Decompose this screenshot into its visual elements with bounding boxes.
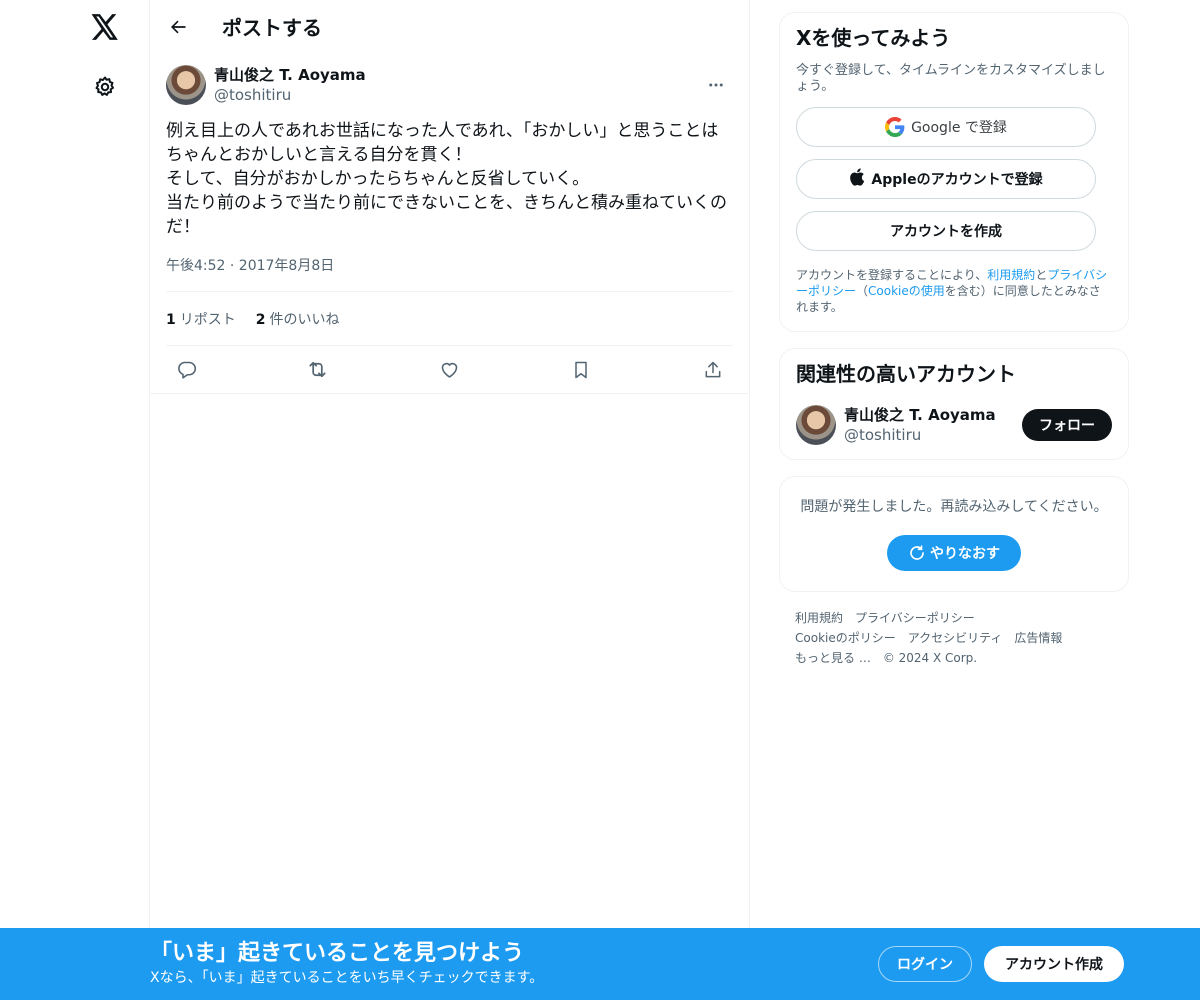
refresh-icon — [910, 545, 924, 560]
banner-title: 「いま」起きていることを見つけよう — [150, 941, 525, 966]
signup-subtitle: 今すぐ登録して、タイムラインをカスタマイズしましょう。 — [796, 63, 1106, 94]
right-sidebar: Xを使ってみよう 今すぐ登録して、タイムラインをカスタマイズしましょう。 Goo… — [779, 12, 1129, 668]
reposts-label: リポスト — [179, 311, 236, 328]
follow-button[interactable]: フォロー — [1022, 409, 1112, 441]
more-options-icon[interactable] — [699, 68, 733, 102]
google-signup-label: Google で登録 — [911, 120, 1007, 136]
author-name[interactable]: 青山俊之 T. Aoyama — [214, 65, 699, 85]
terms-link[interactable]: 利用規約 — [987, 268, 1035, 282]
related-accounts-card: 関連性の高いアカウント 青山俊之 T. Aoyama @toshitiru フォ… — [779, 348, 1129, 460]
footer-link-ads[interactable]: 広告情報 — [1014, 631, 1062, 645]
apple-signup-label: Appleのアカウントで登録 — [871, 172, 1043, 188]
related-title: 関連性の高いアカウント — [796, 362, 1016, 386]
apple-icon — [849, 168, 865, 190]
arrow-left-icon[interactable] — [160, 9, 196, 45]
related-account-row[interactable]: 青山俊之 T. Aoyama @toshitiru フォロー — [796, 405, 1112, 445]
author-names: 青山俊之 T. Aoyama @toshitiru — [214, 65, 699, 105]
terms-and: と — [1035, 268, 1048, 282]
error-message: 問題が発生しました。再読み込みしてください。 — [800, 499, 1108, 515]
bottom-banner: 「いま」起きていることを見つけよう Xなら、「いま」起きていることをいち早くチェ… — [0, 928, 1200, 1000]
like-icon[interactable] — [434, 354, 466, 386]
header: ポストする — [150, 0, 749, 53]
banner-subtitle: Xなら、「いま」起きていることをいち早くチェックできます。 — [150, 970, 544, 986]
retry-button[interactable]: やりなおす — [887, 535, 1021, 571]
author-handle[interactable]: @toshitiru — [214, 85, 699, 105]
reposts-stat[interactable]: 1 リポスト — [166, 309, 236, 329]
avatar[interactable] — [166, 65, 206, 105]
footer-line-3: もっと見る … © 2024 X Corp. — [795, 648, 1113, 668]
left-nav — [60, 0, 150, 1000]
footer-link-terms[interactable]: 利用規約 — [795, 611, 843, 625]
retry-label: やりなおす — [930, 546, 1000, 562]
signup-title: Xを使ってみよう — [796, 26, 951, 50]
footer-link-more[interactable]: もっと見る … — [795, 651, 871, 665]
create-account-button[interactable]: アカウントを作成 — [796, 211, 1096, 251]
footer-link-accessibility[interactable]: アクセシビリティ — [908, 631, 1003, 645]
google-signup-button[interactable]: Google で登録 — [796, 107, 1096, 147]
signup-terms: アカウントを登録することにより、利用規約とプライバシーポリシー（Cookieの使… — [796, 267, 1112, 315]
reposts-count: 1 — [166, 311, 176, 328]
cookie-link[interactable]: Cookieの使用 — [868, 284, 945, 298]
post-text: 例え目上の人であれお世話になった人であれ、「おかしい」と思うことはちゃんとおかし… — [166, 121, 727, 237]
google-icon — [885, 117, 905, 137]
post: 青山俊之 T. Aoyama @toshitiru 例え目上の人であれお世話にな… — [150, 53, 749, 394]
page-title: ポストする — [222, 16, 322, 40]
terms-pre: アカウントを登録することにより、 — [796, 268, 988, 282]
create-account-label: アカウントを作成 — [890, 224, 1002, 240]
repost-icon[interactable] — [302, 354, 334, 386]
footer-copyright: © 2024 X Corp. — [882, 651, 978, 665]
likes-stat[interactable]: 2 件のいいね — [256, 309, 340, 329]
post-actions — [166, 346, 733, 393]
footer-link-cookie[interactable]: Cookieのポリシー — [795, 631, 896, 645]
signup-card: Xを使ってみよう 今すぐ登録して、タイムラインをカスタマイズしましょう。 Goo… — [779, 12, 1129, 332]
terms-mid: （ — [856, 284, 869, 298]
likes-count: 2 — [255, 311, 266, 328]
likes-label: 件のいいね — [269, 311, 340, 328]
footer-link-privacy[interactable]: プライバシーポリシー — [855, 611, 975, 625]
footer-line-2: Cookieのポリシー アクセシビリティ 広告情報 — [795, 628, 1113, 648]
login-button[interactable]: ログイン — [878, 946, 972, 982]
signup-button[interactable]: アカウント作成 — [984, 946, 1124, 982]
bookmark-icon[interactable] — [565, 354, 597, 386]
footer: 利用規約 プライバシーポリシー Cookieのポリシー アクセシビリティ 広告情報 も… — [779, 608, 1129, 668]
post-author-row: 青山俊之 T. Aoyama @toshitiru — [166, 65, 733, 105]
post-timestamp[interactable]: 午後4:52 · 2017年8月8日 — [166, 255, 733, 292]
related-account-name[interactable]: 青山俊之 T. Aoyama — [844, 405, 1022, 425]
share-icon[interactable] — [697, 354, 729, 386]
error-card: 問題が発生しました。再読み込みしてください。 やりなおす — [779, 476, 1129, 592]
avatar[interactable] — [796, 405, 836, 445]
related-account-names: 青山俊之 T. Aoyama @toshitiru — [844, 405, 1022, 445]
footer-line-1: 利用規約 プライバシーポリシー — [795, 608, 1113, 628]
related-account-handle[interactable]: @toshitiru — [844, 425, 1022, 445]
main-column: ポストする 青山俊之 T. Aoyama @toshitiru 例え目上の人であ… — [149, 0, 750, 1000]
gear-icon[interactable] — [92, 74, 118, 100]
x-logo-icon[interactable] — [90, 12, 120, 42]
post-stats: 1 リポスト 2 件のいいね — [166, 292, 733, 346]
reply-icon[interactable] — [170, 354, 202, 386]
apple-signup-button[interactable]: Appleのアカウントで登録 — [796, 159, 1096, 199]
